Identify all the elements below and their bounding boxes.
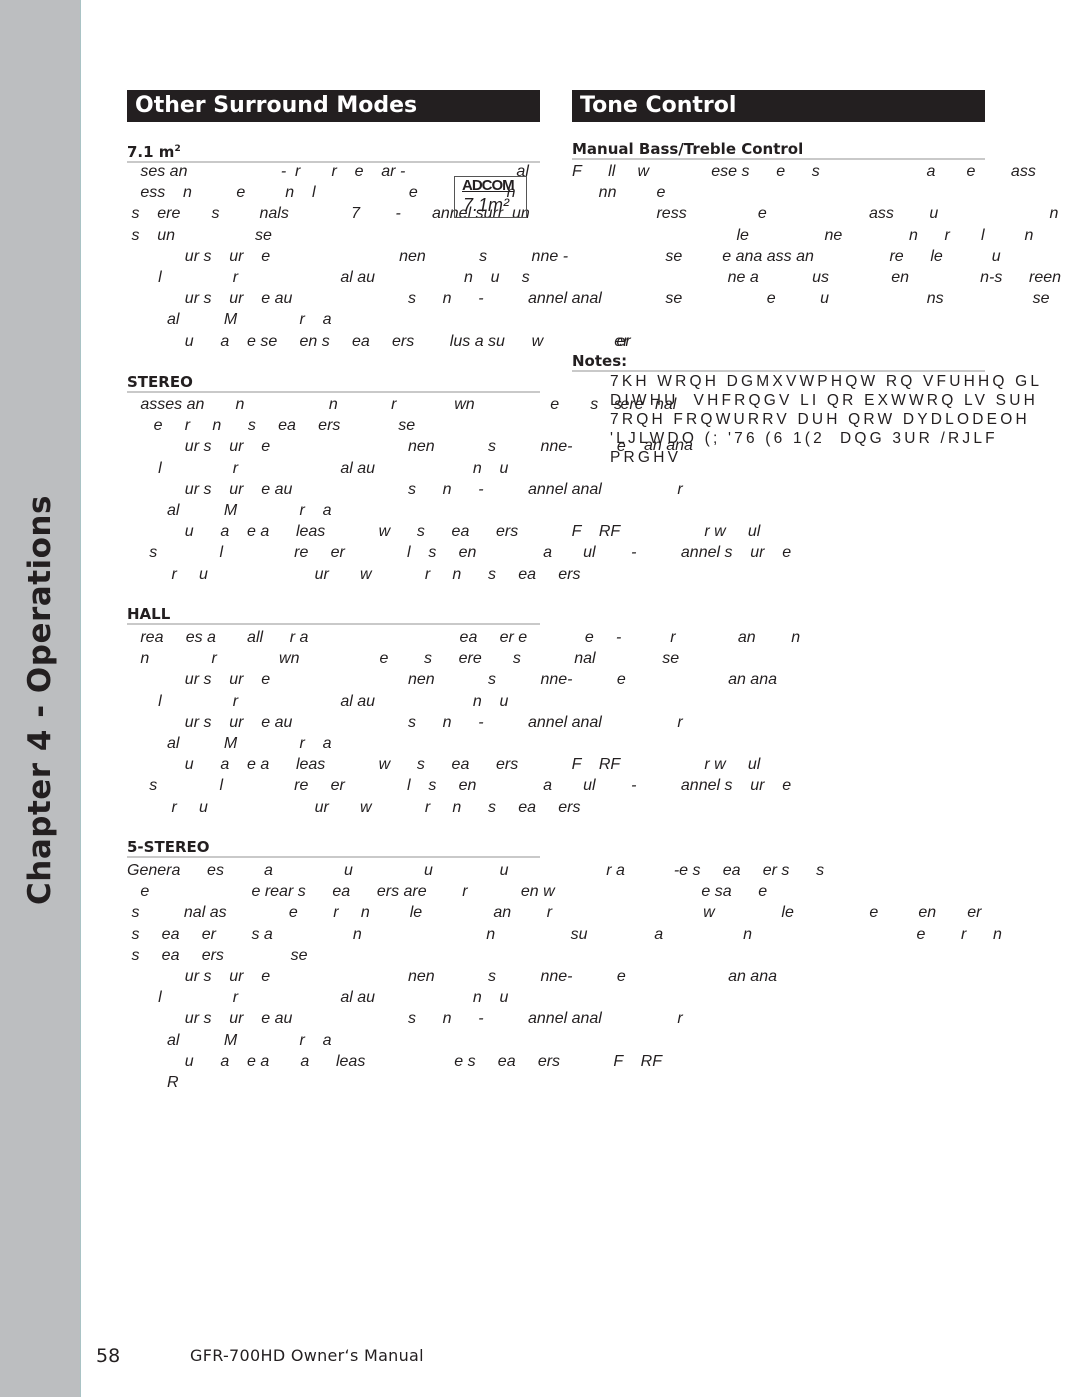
text-line: ur s ur e au s n - annel anal: [127, 290, 602, 308]
text-line: u a e se en s ea ers lus a su w er: [127, 332, 629, 350]
text-line: al M r a: [127, 502, 332, 520]
paragraph-hall: rea es a all r a ea er e e - r an n n r …: [127, 627, 800, 818]
paragraph-7-1-m2: ses an - r r e ar - al ess n e n l e n s…: [127, 161, 629, 352]
text-line: ur s ur e nen s nne- e an ana: [127, 968, 777, 986]
manual-title: GFR-700HD Owner‘s Manual: [190, 1346, 424, 1365]
text-line: n r wn e s ere s nal se: [127, 650, 680, 668]
text-line: ses an - r r e ar - al: [127, 163, 529, 180]
text-line: l r al au n u s: [127, 269, 530, 287]
text-line: nn e: [572, 184, 666, 202]
heading-manual-bass-treble: Manual Bass/Treble Control: [572, 140, 985, 160]
text-line: ress e ass u n n e re e: [656, 205, 1059, 223]
text-line: se e u ns se e es re le el: [665, 290, 1050, 308]
text-line: R: [127, 1074, 179, 1092]
text-line: F ll w ese s e s a e ass re le a us: [572, 163, 1036, 180]
text-line: r u ur w r n s ea ers: [127, 565, 581, 583]
banner-tone-control: Tone Control: [572, 90, 985, 122]
text-line: s ea ers se: [127, 946, 308, 964]
text-line: u a e a leas w s ea ers F RF r w ul: [127, 756, 761, 774]
text-line: al M r a: [127, 1031, 332, 1049]
text-line: ur s ur e au s n - annel anal r: [127, 480, 683, 498]
text-line: s ere s nals 7 - annel surr un: [127, 205, 530, 223]
text-line: s un se: [127, 226, 272, 244]
text-line: ne a us en n-s reen s la: [727, 269, 1062, 287]
text-line: u a e a leas w s ea ers F RF r w ul: [127, 523, 761, 541]
heading-7-1-m2: 7.1 m2: [127, 140, 540, 163]
text-line: e e rear s ea ers are r en w e sa e: [127, 883, 768, 901]
text-line: ur s ur e nen s nne -: [127, 247, 569, 265]
page-number: 58: [96, 1345, 121, 1367]
overlay-fragment-nal: nal: [655, 396, 677, 413]
text-line: al M r a: [127, 735, 332, 753]
text-line: ur s ur e au s n - annel anal r: [127, 713, 683, 731]
overlay-fragment-s: s: [614, 396, 622, 413]
text-line: l r al au n u: [127, 989, 509, 1007]
text-line: [572, 309, 1080, 330]
strip-edge: [80, 0, 81, 1397]
text-line: rea es a all r a ea er e e - r an n: [127, 629, 801, 646]
text-line: ess n e n l e n: [127, 184, 516, 202]
heading-5-stereo: 5-STEREO: [127, 838, 540, 858]
text-line: r u ur w r n s ea ers: [127, 798, 581, 816]
heading-stereo: STEREO: [127, 373, 540, 393]
logo-brand: ADCOM: [462, 177, 515, 194]
text-line: 7KH WRQH DGMXVWPHQW RQ VFUHHQ GL: [610, 373, 1043, 390]
text-line: s l re er l s en a ul - annel s ur e: [127, 544, 792, 562]
text-line: s ea er s a n n su a n e r n: [127, 925, 1002, 943]
chapter-label: Chapter 4 - Operations: [22, 495, 58, 905]
text-line: le ne n r l n: [572, 226, 1034, 244]
text-line: ur s ur e nen s nne- e an ana: [127, 671, 777, 689]
text-line: s nal as e r n le an r w le e en er: [127, 904, 982, 922]
logo-model: 7.1m²: [463, 195, 510, 215]
text-line: se e ana ass an re le u ns r n: [665, 247, 1001, 265]
text-line: Genera es a u u u r a -e s ea er s s: [127, 862, 825, 879]
text-line: s l re er l s en a ul - annel s ur e: [127, 777, 792, 795]
adcom-logo: ADCOM 7.1m²: [454, 176, 527, 218]
heading-hall: HALL: [127, 605, 540, 625]
text-line: al M r a: [127, 311, 332, 329]
text-line: ur s ur e au s n - annel anal r: [127, 1010, 683, 1028]
text-line: u a e a a leas e s ea ers F RF: [127, 1052, 662, 1070]
heading-notes: Notes:: [572, 352, 985, 372]
text-line: l r al au n u: [127, 692, 509, 710]
heading-superscript: 2: [174, 144, 181, 154]
paragraph-5-stereo: Genera es a u u u r a -e s ea er s s e e…: [127, 860, 1002, 1093]
banner-other-surround-modes: Other Surround Modes: [127, 90, 540, 122]
text-line: er: [572, 332, 631, 350]
heading-text: 7.1 m: [127, 143, 175, 161]
paragraph-tone-control: F ll w ese s e s a e ass re le a us nn e…: [572, 161, 1080, 352]
overlay-fragment-an-ana: an ana: [644, 437, 693, 454]
